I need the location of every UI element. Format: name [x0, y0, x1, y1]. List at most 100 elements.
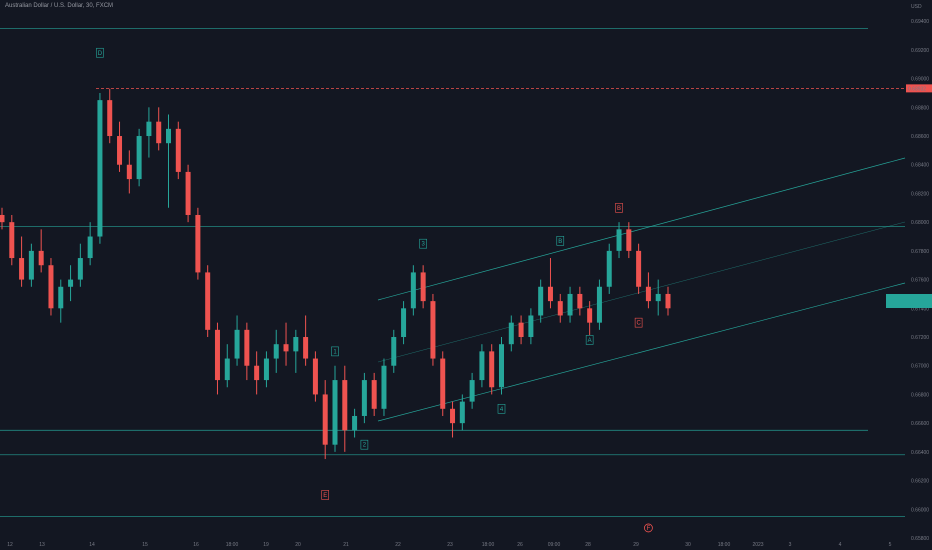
wave-label: B — [617, 206, 621, 212]
x-tick-label: 3 — [789, 542, 792, 548]
candle-body — [567, 293, 573, 316]
current-price-box — [886, 294, 932, 308]
candle-body — [126, 164, 132, 180]
x-tick-label: 26 — [517, 542, 523, 548]
candle-body — [293, 337, 299, 352]
candle-body — [665, 293, 671, 309]
y-tick-label: 0.68600 — [911, 134, 929, 140]
candle-body — [518, 322, 524, 338]
candle-body — [528, 315, 534, 338]
x-tick-label: 5 — [889, 542, 892, 548]
y-tick-label: 0.65800 — [911, 536, 929, 542]
candle-body — [469, 380, 475, 402]
candle-body — [107, 100, 113, 137]
candle-body — [38, 250, 44, 266]
candle-body — [391, 337, 397, 366]
x-tick-label: 4 — [839, 542, 842, 548]
wave-label: D — [98, 51, 103, 57]
candle-body — [342, 380, 348, 431]
candle-body — [146, 121, 152, 137]
x-tick-label: 16 — [193, 542, 199, 548]
candle-body — [450, 408, 456, 424]
x-tick-label: 30 — [685, 542, 691, 548]
candle-body — [48, 265, 54, 309]
y-tick-label: 0.66600 — [911, 421, 929, 427]
y-tick-label: 0.66800 — [911, 392, 929, 398]
y-tick-label: 0.67600 — [911, 278, 929, 284]
candle-body — [557, 301, 563, 316]
candle-body — [97, 100, 103, 237]
candle-body — [616, 229, 622, 251]
candle-body — [577, 293, 583, 309]
x-tick-label: 12 — [7, 542, 13, 548]
candle-body — [0, 214, 5, 223]
candle-body — [489, 351, 495, 388]
candle-body — [263, 358, 269, 381]
candle-body — [58, 286, 64, 309]
candle-body — [166, 128, 171, 144]
candle-body — [645, 286, 651, 302]
candle-body — [381, 365, 387, 409]
candle-body — [371, 380, 377, 409]
candle-body — [68, 279, 74, 287]
y-tick-label: 0.67200 — [911, 335, 929, 341]
candle-body — [587, 308, 593, 323]
candle-body — [87, 236, 93, 259]
x-tick-label: 15 — [142, 542, 148, 548]
price-chart[interactable]: D E 12 3 4 B A B C F 0.69400 0.69200 0.69000 0.68800 0… — [0, 0, 932, 550]
candle-body — [606, 250, 612, 287]
candle-body — [9, 222, 15, 259]
candle-body — [156, 121, 162, 144]
candle-body — [655, 293, 661, 302]
y-tick-label: 0.69000 — [911, 77, 929, 83]
candle-body — [420, 272, 426, 302]
x-tick-label: 28 — [585, 542, 591, 548]
candle-body — [538, 286, 544, 316]
y-tick-label: 0.68000 — [911, 220, 929, 226]
candle-body — [175, 128, 181, 172]
candle-body — [224, 358, 230, 381]
x-tick-label: 14 — [89, 542, 95, 548]
x-tick-label: 19 — [263, 542, 269, 548]
wave-label: B — [558, 239, 562, 245]
y-tick-label: 0.66000 — [911, 507, 929, 513]
x-tick-label: 20 — [295, 542, 301, 548]
y-tick-label: 0.68800 — [911, 105, 929, 111]
wave-label: E — [323, 493, 327, 499]
currency-label: USD — [911, 4, 922, 10]
candle-body — [77, 258, 83, 280]
wave-label: C — [636, 321, 641, 327]
wave-label: F — [647, 526, 651, 532]
candle-body — [303, 337, 309, 359]
channel-mid-line — [377, 221, 906, 363]
candle-body — [273, 344, 279, 359]
candle-body — [185, 171, 191, 215]
x-tick-label: 2023 — [752, 542, 763, 548]
y-tick-label: 0.69400 — [911, 19, 929, 25]
channel-lower-line — [377, 282, 906, 422]
candle-body — [440, 358, 446, 409]
candle-body — [547, 286, 553, 302]
x-tick-label: 23 — [447, 542, 453, 548]
x-tick-label: 21 — [343, 542, 349, 548]
candle-body — [508, 322, 514, 345]
candle-body — [332, 380, 338, 445]
candle-body — [322, 394, 328, 445]
candle-body — [636, 250, 642, 287]
candle-body — [117, 136, 123, 165]
price-marker-label: 0.68932 — [908, 86, 926, 92]
candle-body — [361, 380, 367, 416]
candle-body — [459, 401, 465, 424]
channel-upper-line — [377, 157, 906, 301]
candle-body — [234, 329, 240, 359]
candle-body — [352, 415, 358, 431]
y-tick-label: 0.66200 — [911, 479, 929, 485]
y-tick-label: 0.68200 — [911, 191, 929, 197]
y-tick-label: 0.69200 — [911, 48, 929, 54]
x-tick-label: 22 — [395, 542, 401, 548]
candle-body — [430, 301, 436, 359]
candle-body — [410, 272, 416, 309]
x-tick-label: 18:00 — [482, 542, 495, 548]
y-tick-label: 0.66400 — [911, 450, 929, 456]
candle-body — [19, 258, 25, 280]
